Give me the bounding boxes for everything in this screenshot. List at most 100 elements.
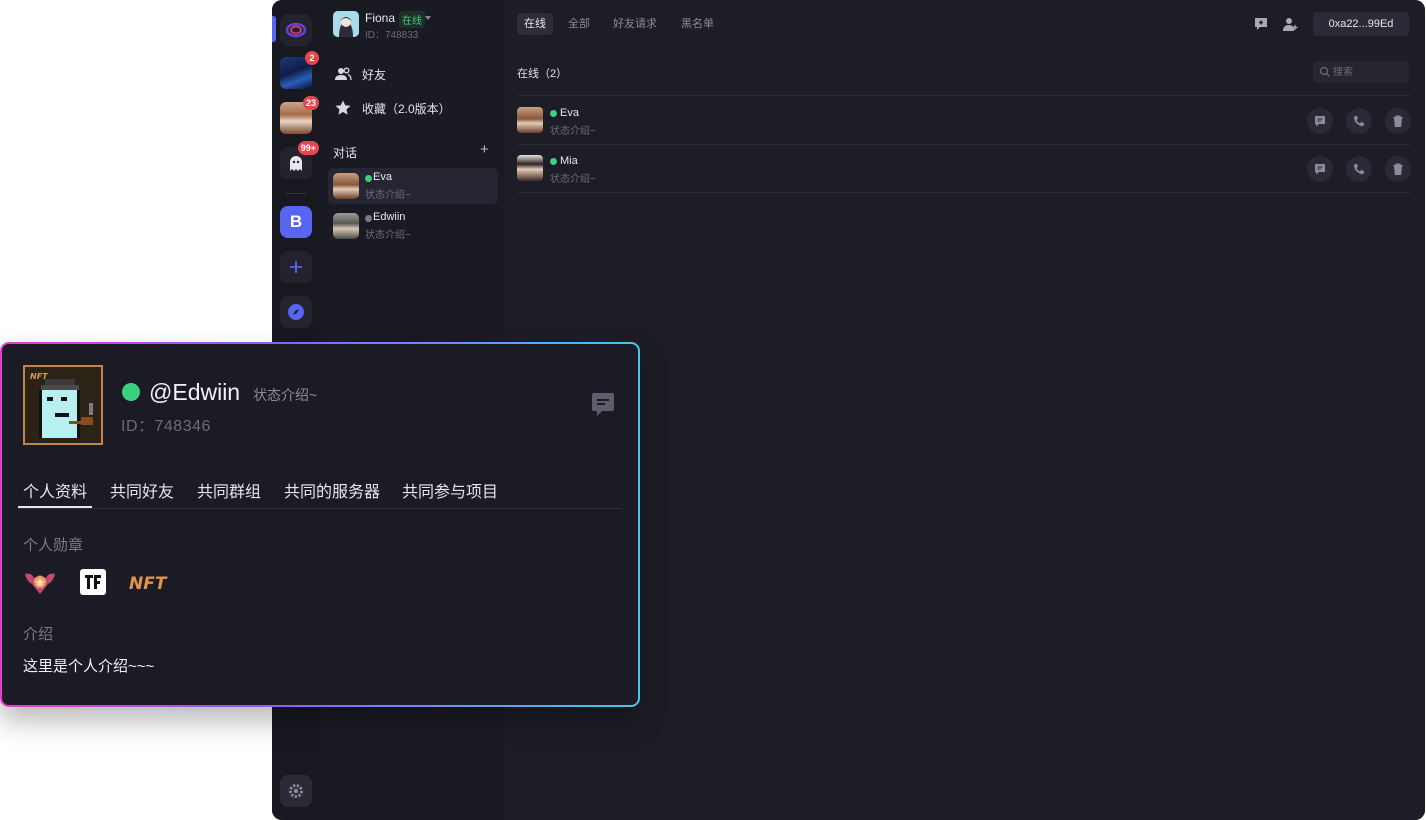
conversation-status: 状态介绍~ (365, 190, 411, 201)
tab-profile[interactable]: 个人资料 (23, 478, 87, 502)
phone-icon (1354, 116, 1364, 127)
explore-button[interactable] (280, 296, 312, 328)
sidebar-item-favorites[interactable]: 收藏（2.0版本） (332, 94, 492, 122)
message-button[interactable] (1307, 156, 1333, 182)
top-bar: 在线 全部 好友请求 黑名单 0xa22...99Ed (505, 0, 1425, 48)
online-list-title: 在线（2） (517, 68, 568, 80)
active-server-indicator (272, 16, 276, 42)
profile-status: 状态介绍~ (253, 387, 318, 403)
unread-badge: 99+ (297, 141, 319, 155)
tab-all[interactable]: 全部 (561, 13, 597, 35)
unread-badge: 2 (305, 51, 319, 65)
friend-name: Mia (560, 155, 578, 167)
wallet-address-button[interactable]: 0xa22...99Ed (1313, 12, 1409, 36)
main-panel: 在线 全部 好友请求 黑名单 0xa22...99Ed 在线（2） 搜索 Eva… (505, 0, 1425, 820)
new-message-icon[interactable] (1253, 16, 1269, 32)
wing-badge-icon (25, 573, 55, 594)
conversation-item[interactable]: Edwiin 状态介绍~ (328, 208, 498, 244)
profile-card: NFT @Edwiin 状态介绍~ ID：748346 个人资料 共同好友 共同… (0, 342, 640, 707)
settings-button[interactable] (280, 775, 312, 807)
ghost-icon (290, 156, 302, 171)
user-id: ID：748833 (365, 30, 419, 41)
app-logo-icon (285, 22, 307, 38)
tab-mutual-groups[interactable]: 共同群组 (197, 478, 261, 502)
user-header[interactable]: Fiona 在线 ID：748833 (320, 0, 505, 48)
conversation-name: Edwiin (373, 211, 406, 223)
add-server-button[interactable] (280, 251, 312, 283)
tab-mutual-projects[interactable]: 共同参与项目 (402, 478, 498, 502)
profile-name: @Edwiin (149, 379, 241, 405)
delete-button[interactable] (1385, 156, 1411, 182)
sidebar-item-label: 收藏（2.0版本） (362, 101, 451, 116)
user-avatar (333, 11, 359, 37)
plus-icon (290, 261, 302, 273)
compass-icon (288, 304, 304, 320)
divider (517, 192, 1411, 193)
star-icon (335, 100, 351, 115)
avatar-image (333, 11, 359, 37)
nft-badge-text: NFT (129, 574, 168, 594)
server-ghost[interactable]: 99+ (280, 141, 319, 179)
profile-id: ID：748346 (121, 418, 211, 435)
unread-badge: 23 (302, 96, 319, 110)
avatar (333, 213, 359, 239)
conversations-title: 对话 (333, 146, 358, 160)
friends-icon (335, 67, 352, 81)
tab-mutual-friends[interactable]: 共同好友 (110, 478, 174, 502)
call-button[interactable] (1346, 108, 1372, 134)
offline-dot (365, 215, 372, 222)
tab-mutual-servers[interactable]: 共同的服务器 (284, 478, 380, 502)
server-b[interactable]: B (280, 206, 312, 238)
conversation-name: Eva (373, 171, 392, 183)
sidebar-item-friends[interactable]: 好友 (332, 60, 492, 88)
avatar (333, 173, 359, 199)
add-friend-icon[interactable] (1282, 16, 1298, 32)
phone-icon (1354, 164, 1364, 175)
trash-icon (1393, 115, 1403, 127)
friend-status: 状态介绍~ (550, 174, 596, 185)
pixel-logo-badge-icon (80, 569, 106, 595)
add-conversation-button[interactable]: + (480, 141, 489, 158)
divider (18, 508, 622, 509)
pixel-avatar-image: NFT (25, 367, 101, 443)
nft-badge-icon: NFT (129, 574, 168, 594)
server-night[interactable]: 2 (280, 51, 319, 89)
chat-icon (1315, 164, 1325, 175)
friend-name: Eva (560, 107, 579, 119)
tab-friend-requests[interactable]: 好友请求 (606, 13, 664, 35)
tab-blacklist[interactable]: 黑名单 (674, 13, 721, 35)
chat-icon (1315, 116, 1325, 127)
chat-icon[interactable] (589, 391, 617, 419)
server-portrait[interactable]: 23 (280, 96, 319, 134)
badges-title: 个人勋章 (23, 537, 84, 554)
delete-button[interactable] (1385, 108, 1411, 134)
online-dot (122, 383, 140, 401)
friend-row[interactable]: Mia 状态介绍~ (517, 144, 1411, 192)
conversation-item[interactable]: Eva 状态介绍~ (328, 168, 498, 204)
nft-avatar: NFT (23, 365, 103, 445)
intro-text: 这里是个人介绍~~~ (23, 658, 155, 675)
intro-title: 介绍 (23, 626, 54, 643)
user-name: Fiona (365, 11, 396, 25)
search-input[interactable] (1333, 64, 1405, 80)
avatar (517, 107, 543, 133)
friend-row[interactable]: Eva 状态介绍~ (517, 96, 1411, 144)
avatar (517, 155, 543, 181)
home-logo[interactable] (280, 14, 312, 46)
search-icon (1319, 66, 1330, 77)
sidebar-item-label: 好友 (362, 67, 387, 82)
online-dot (550, 158, 557, 165)
search-box[interactable] (1313, 61, 1409, 83)
message-button[interactable] (1307, 108, 1333, 134)
rail-divider (286, 193, 306, 194)
gear-icon (289, 784, 303, 798)
profile-card-body: NFT @Edwiin 状态介绍~ ID：748346 个人资料 共同好友 共同… (2, 344, 638, 705)
online-dot (550, 110, 557, 117)
conversation-status: 状态介绍~ (365, 230, 411, 241)
online-dot (365, 175, 372, 182)
chevron-down-icon[interactable] (425, 16, 431, 20)
tab-online[interactable]: 在线 (517, 13, 553, 35)
trash-icon (1393, 163, 1403, 175)
friend-status: 状态介绍~ (550, 126, 596, 137)
call-button[interactable] (1346, 156, 1372, 182)
